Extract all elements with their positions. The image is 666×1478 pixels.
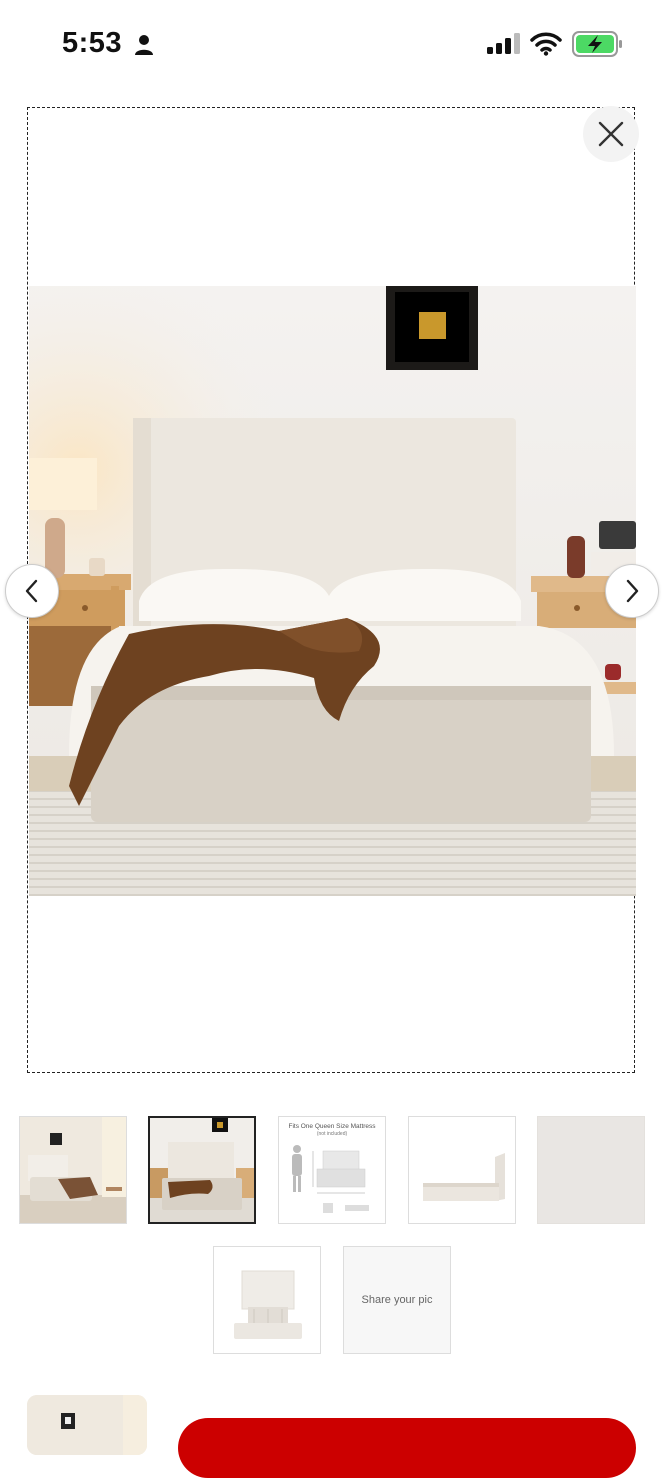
close-icon bbox=[598, 121, 624, 147]
thumbnail-bed-top-view[interactable] bbox=[213, 1246, 321, 1354]
status-bar: 5:53 bbox=[0, 0, 666, 90]
primary-action-button[interactable] bbox=[178, 1418, 636, 1478]
wifi-icon bbox=[530, 32, 562, 56]
share-your-pic-label: Share your pic bbox=[361, 1294, 433, 1306]
dimension-diagram-image bbox=[292, 1145, 369, 1213]
share-your-pic-tile[interactable]: Share your pic bbox=[343, 1246, 451, 1354]
person-icon bbox=[135, 35, 153, 55]
thumbnail-bed-side-view[interactable] bbox=[408, 1116, 516, 1224]
close-button[interactable] bbox=[583, 106, 639, 162]
thumbnail-bedroom-wide[interactable] bbox=[19, 1116, 127, 1224]
bedroom-wide-thumbnail-image bbox=[20, 1117, 126, 1223]
bed-side-view-thumbnail-image bbox=[409, 1117, 515, 1223]
fabric-swatch-thumbnail-image bbox=[538, 1117, 644, 1223]
cellular-signal-icon bbox=[487, 33, 520, 54]
chevron-right-icon bbox=[626, 579, 639, 603]
thumbnail-bedroom-front[interactable] bbox=[148, 1116, 256, 1224]
next-image-button[interactable] bbox=[605, 564, 659, 618]
diagram-caption: Fits One Queen Size Mattress bbox=[288, 1123, 376, 1130]
thumbnail-dimension-diagram[interactable]: Fits One Queen Size Mattress (not includ… bbox=[278, 1116, 386, 1224]
thumbnail-fabric-swatch[interactable] bbox=[537, 1116, 645, 1224]
bed-bedroom-photo bbox=[29, 286, 636, 896]
previous-image-button[interactable] bbox=[5, 564, 59, 618]
product-mini-image bbox=[27, 1395, 147, 1455]
chevron-left-icon bbox=[25, 579, 38, 603]
bedroom-front-thumbnail-image bbox=[150, 1118, 254, 1222]
main-product-image[interactable] bbox=[29, 286, 636, 896]
battery-charging-icon bbox=[572, 31, 622, 57]
diagram-subcaption: (not included) bbox=[316, 1131, 348, 1137]
status-time: 5:53 bbox=[62, 27, 123, 59]
product-mini-thumbnail bbox=[27, 1395, 147, 1455]
bed-top-view-thumbnail-image bbox=[214, 1247, 320, 1353]
